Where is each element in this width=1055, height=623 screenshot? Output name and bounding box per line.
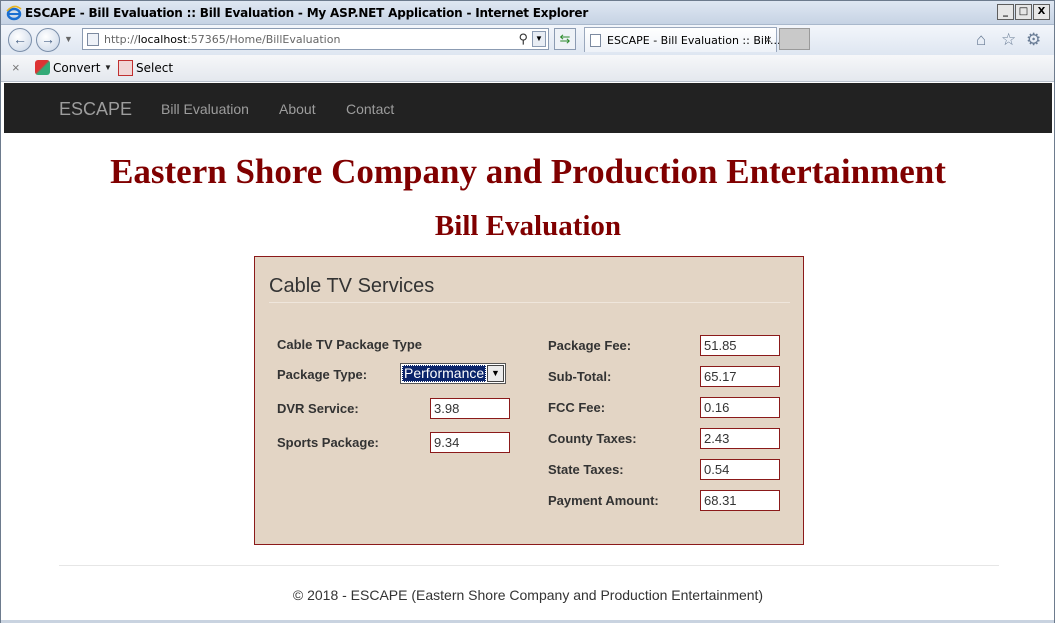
nav-link-bill-evaluation[interactable]: Bill Evaluation xyxy=(161,101,249,117)
subtotal-input[interactable] xyxy=(700,366,780,387)
back-button[interactable]: ← xyxy=(8,28,32,52)
package-type-section-label: Cable TV Package Type xyxy=(277,337,422,352)
convert-button[interactable]: Convert xyxy=(53,61,100,75)
favorites-star-icon[interactable]: ☆ xyxy=(1001,30,1016,50)
package-fee-input[interactable] xyxy=(700,335,780,356)
subtotal-label: Sub-Total: xyxy=(548,369,612,384)
package-fee-label: Package Fee: xyxy=(548,338,632,353)
address-dropdown-icon[interactable]: ▼ xyxy=(532,31,546,47)
minimize-button[interactable]: _ xyxy=(997,4,1014,20)
history-dropdown-icon[interactable]: ▼ xyxy=(64,34,73,44)
tab-close-icon[interactable]: × xyxy=(764,32,772,47)
maximize-button[interactable]: □ xyxy=(1015,4,1032,20)
command-bar: × Convert ▼ Select xyxy=(1,55,1054,82)
panel-divider xyxy=(269,302,790,303)
package-type-select[interactable]: Performance ▼ xyxy=(400,363,506,384)
panel-heading: Cable TV Services xyxy=(269,275,435,297)
brand-link[interactable]: ESCAPE xyxy=(59,99,132,120)
sports-package-label: Sports Package: xyxy=(277,435,379,450)
back-arrow-icon: ← xyxy=(13,31,27,47)
package-type-label: Package Type: xyxy=(277,367,368,382)
close-toolbar-icon[interactable]: × xyxy=(12,60,20,75)
package-type-selected: Performance xyxy=(402,365,486,382)
dvr-service-label: DVR Service: xyxy=(277,401,359,416)
settings-gear-icon[interactable]: ⚙ xyxy=(1026,30,1041,50)
state-taxes-label: State Taxes: xyxy=(548,462,624,477)
payment-amount-input[interactable] xyxy=(700,490,780,511)
browser-toolbar: ← → ▼ http://localhost:57365/Home/BillEv… xyxy=(1,25,1054,55)
address-url[interactable]: http://localhost:57365/Home/BillEvaluati… xyxy=(104,33,340,46)
nav-link-contact[interactable]: Contact xyxy=(346,101,394,117)
refresh-button[interactable]: ⇆ xyxy=(554,28,576,50)
title-bar: ESCAPE - Bill Evaluation :: Bill Evaluat… xyxy=(1,1,1054,25)
tab-page-icon xyxy=(590,34,601,47)
forward-arrow-icon: → xyxy=(41,31,55,47)
fcc-fee-label: FCC Fee: xyxy=(548,400,606,415)
address-bar[interactable]: http://localhost:57365/Home/BillEvaluati… xyxy=(82,28,549,50)
county-taxes-input[interactable] xyxy=(700,428,780,449)
footer-copyright: © 2018 - ESCAPE (Eastern Shore Company a… xyxy=(292,587,764,603)
refresh-icon: ⇆ xyxy=(559,31,571,46)
state-taxes-input[interactable] xyxy=(700,459,780,480)
close-window-button[interactable]: X xyxy=(1033,4,1050,20)
internet-explorer-icon xyxy=(6,5,22,21)
window-title: ESCAPE - Bill Evaluation :: Bill Evaluat… xyxy=(25,6,589,20)
page-viewport: ESCAPE Bill Evaluation About Contact Eas… xyxy=(4,82,1052,620)
browser-window: ESCAPE - Bill Evaluation :: Bill Evaluat… xyxy=(0,0,1055,623)
payment-amount-label: Payment Amount: xyxy=(548,493,659,508)
site-navbar: ESCAPE Bill Evaluation About Contact xyxy=(4,83,1052,133)
sports-package-input[interactable] xyxy=(430,432,510,453)
tab-title: ESCAPE - Bill Evaluation :: Bill... xyxy=(607,34,781,47)
page-icon xyxy=(87,33,99,46)
footer-divider xyxy=(59,565,999,566)
new-tab-button[interactable] xyxy=(779,28,810,50)
forward-button[interactable]: → xyxy=(36,28,60,52)
company-title: Eastern Shore Company and Production Ent… xyxy=(110,152,946,191)
chevron-down-icon[interactable]: ▼ xyxy=(487,365,504,382)
search-icon[interactable]: ⚲ xyxy=(518,31,528,47)
cable-tv-services-panel: Cable TV Services Cable TV Package Type … xyxy=(254,256,804,545)
county-taxes-label: County Taxes: xyxy=(548,431,637,446)
convert-dropdown-icon[interactable]: ▼ xyxy=(104,63,112,72)
select-icon xyxy=(118,60,133,76)
home-icon[interactable]: ⌂ xyxy=(976,30,986,50)
tab-bill-evaluation[interactable]: ESCAPE - Bill Evaluation :: Bill... × xyxy=(584,27,781,52)
convert-pdf-icon xyxy=(35,60,50,75)
fcc-fee-input[interactable] xyxy=(700,397,780,418)
nav-link-about[interactable]: About xyxy=(279,101,316,117)
page-title: Bill Evaluation xyxy=(434,210,622,242)
select-button[interactable]: Select xyxy=(136,61,173,75)
dvr-service-input[interactable] xyxy=(430,398,510,419)
window-controls: _ □ X xyxy=(997,4,1050,20)
